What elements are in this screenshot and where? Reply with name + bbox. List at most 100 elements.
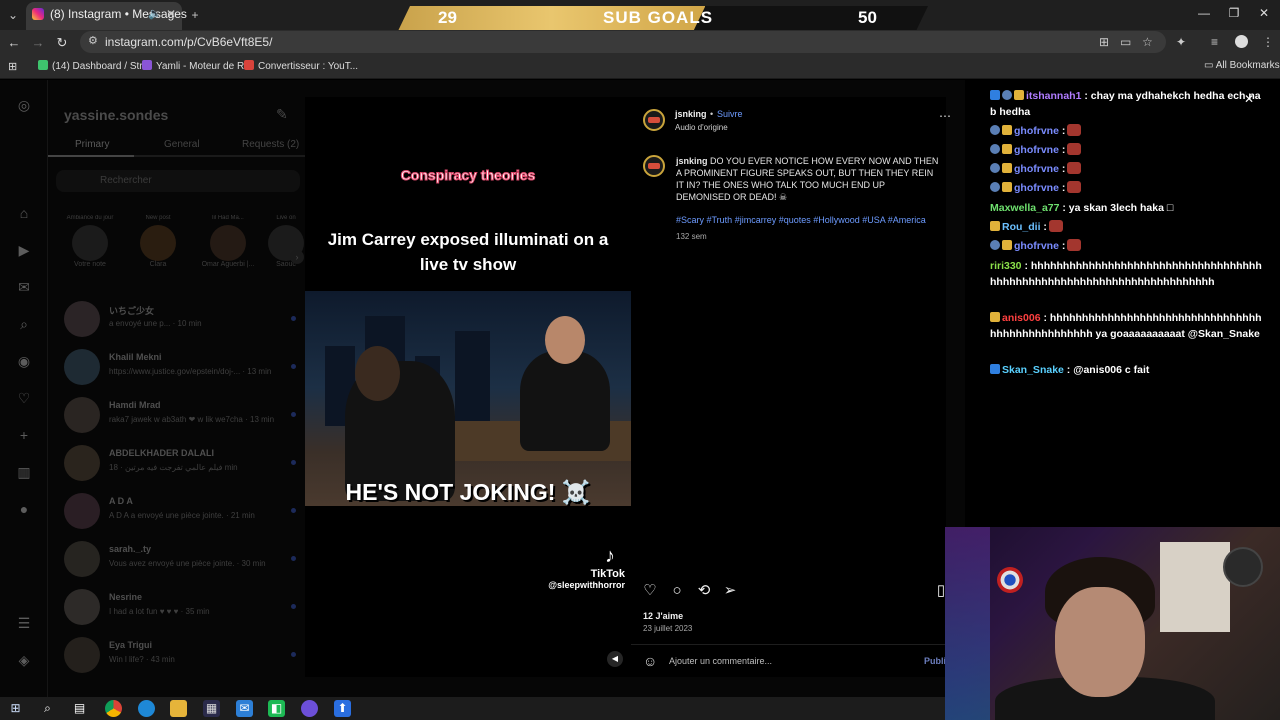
- like-count[interactable]: 12 J'aime: [643, 611, 683, 621]
- explore-icon[interactable]: ◉: [16, 353, 32, 369]
- chat-username[interactable]: ghofrvne: [1014, 125, 1059, 137]
- audio-label[interactable]: Audio d'origine: [675, 123, 728, 132]
- note-item[interactable]: lil Had Ma... Omar Aguerbi |...: [198, 215, 258, 268]
- site-info-icon[interactable]: ⚙: [88, 34, 98, 47]
- translate-icon[interactable]: ⊞: [1099, 35, 1109, 49]
- conversation-item[interactable]: いちご少女 a envoyé une p... · 10 min: [48, 296, 306, 344]
- chat-username[interactable]: ghofrvne: [1014, 240, 1059, 252]
- dm-account-name[interactable]: yassine.sondes: [64, 107, 168, 123]
- taskbar-search-icon[interactable]: ⌕: [39, 700, 56, 717]
- forward-icon[interactable]: →: [28, 33, 48, 53]
- tab-mute-icon[interactable]: 🔈: [148, 2, 162, 26]
- chat-username[interactable]: ghofrvne: [1014, 182, 1059, 194]
- post-author[interactable]: jsnking: [675, 109, 707, 119]
- windows-start-icon[interactable]: ⊞: [7, 700, 24, 717]
- home-icon[interactable]: ⌂: [16, 205, 32, 221]
- pinned-app-icon[interactable]: ⬆: [334, 700, 351, 717]
- conversation-item[interactable]: Nesrine I had a lot fun ♥ ♥ ♥ · 35 min: [48, 584, 306, 632]
- notifications-heart-icon[interactable]: ♡: [16, 390, 32, 406]
- file-explorer-icon[interactable]: [170, 700, 187, 717]
- chat-emote-icon: [1067, 162, 1082, 174]
- close-modal-icon[interactable]: ✕: [1244, 92, 1254, 106]
- more-menu-icon[interactable]: ☰: [16, 615, 32, 631]
- media-controls-icon[interactable]: ≡: [1211, 35, 1218, 49]
- publish-button[interactable]: Publi: [924, 656, 946, 666]
- note-item[interactable]: Ambiance du jour Votre note: [60, 215, 120, 268]
- conversation-item[interactable]: A D A A D A a envoyé une pièce jointe. · …: [48, 488, 306, 536]
- reload-icon[interactable]: ↻: [52, 33, 72, 53]
- chat-username[interactable]: Maxwella_a77: [990, 202, 1059, 214]
- address-bar[interactable]: ⚙ instagram.com/p/CvB6eVft8E5/: [80, 31, 1166, 53]
- conversation-preview: raka7 jawek w ab3ath ❤ w lik we7cha · 13…: [109, 415, 275, 424]
- chat-username[interactable]: ghofrvne: [1014, 144, 1059, 156]
- menu-kebab-icon[interactable]: ⋮: [1262, 35, 1274, 49]
- task-view-icon[interactable]: ▤: [71, 700, 88, 717]
- chat-username[interactable]: riri330: [990, 260, 1022, 272]
- tiktok-label: TikTok: [590, 568, 625, 580]
- bookmark-convertisseur[interactable]: Convertisseur : YouT...: [244, 60, 358, 72]
- mail-icon[interactable]: ✉: [236, 700, 253, 717]
- discord-icon[interactable]: [301, 700, 318, 717]
- store-icon[interactable]: ▦: [203, 700, 220, 717]
- bookmark-star-icon[interactable]: ☆: [1142, 35, 1153, 49]
- chat-username[interactable]: Skan_Snake: [1002, 364, 1064, 376]
- volume-icon[interactable]: ◀: [607, 651, 623, 667]
- streaming-app-icon[interactable]: ◧: [268, 700, 285, 717]
- tab-general[interactable]: General: [164, 139, 200, 150]
- conversation-item[interactable]: ABDELKHADER DALALI فيلم عالمي تفرجت فيه م…: [48, 440, 306, 488]
- post-hashtags[interactable]: #Scary #Truth #jimcarrey #quotes #Hollyw…: [676, 215, 941, 225]
- apps-grid-icon[interactable]: ⊞: [8, 60, 17, 73]
- tab-requests[interactable]: Requests (2): [242, 139, 299, 150]
- bookmark-yamli[interactable]: Yamli - Moteur de R...: [142, 60, 253, 72]
- new-tab-icon[interactable]: +: [186, 6, 204, 24]
- repost-icon[interactable]: ⟲: [695, 582, 713, 600]
- caption-author-avatar[interactable]: [643, 155, 665, 177]
- messages-icon[interactable]: ✉: [16, 279, 32, 295]
- tab-close-icon[interactable]: ✕: [166, 2, 176, 26]
- chat-username[interactable]: Rou_dii: [1002, 221, 1041, 233]
- tab-search-icon[interactable]: ⌄: [4, 6, 22, 24]
- search-icon[interactable]: ⌕: [16, 316, 32, 332]
- extensions-icon[interactable]: ✦: [1176, 35, 1186, 49]
- cast-icon[interactable]: ▭: [1120, 35, 1131, 49]
- follow-button[interactable]: Suivre: [717, 109, 743, 119]
- caption-author[interactable]: jsnking: [676, 156, 708, 166]
- author-avatar[interactable]: [643, 109, 665, 131]
- share-icon[interactable]: ➢: [721, 582, 739, 600]
- profile-avatar-icon[interactable]: [1235, 35, 1248, 48]
- emoji-icon[interactable]: ☺: [643, 653, 657, 669]
- bookmark-dashboard[interactable]: (14) Dashboard / Str...: [38, 60, 150, 72]
- dm-search-input[interactable]: Rechercher: [56, 170, 300, 192]
- chat-message: Rou_dii :: [990, 219, 1262, 235]
- restore-icon[interactable]: ❐: [1224, 6, 1244, 20]
- reels-icon[interactable]: ▶: [16, 242, 32, 258]
- chat-username[interactable]: ghofrvne: [1014, 163, 1059, 175]
- back-icon[interactable]: ←: [4, 33, 24, 53]
- more-options-icon[interactable]: ⋯: [939, 109, 951, 123]
- dashboard-icon[interactable]: ▥: [16, 464, 32, 480]
- meta-apps-icon[interactable]: ◈: [16, 652, 32, 668]
- close-window-icon[interactable]: ✕: [1254, 6, 1274, 20]
- chrome-icon[interactable]: [105, 700, 122, 717]
- comment-icon[interactable]: ○: [668, 582, 686, 600]
- tab-primary[interactable]: Primary: [75, 139, 109, 150]
- chat-username[interactable]: itshannah1: [1026, 90, 1081, 102]
- edge-icon[interactable]: [138, 700, 155, 717]
- profile-icon[interactable]: ●: [16, 501, 32, 517]
- like-heart-icon[interactable]: ♡: [641, 582, 659, 600]
- post-video[interactable]: Conspiracy theories Jim Carrey exposed i…: [305, 97, 631, 677]
- chat-username[interactable]: anis006: [1002, 312, 1041, 324]
- conversation-item[interactable]: Khalil Mekni https://www.justice.gov/epst…: [48, 344, 306, 392]
- notes-next-icon[interactable]: ›: [290, 250, 304, 264]
- note-item[interactable]: New post Clara: [128, 215, 188, 268]
- conversation-item[interactable]: sarah._.ty Vous avez envoyé une pièce joi…: [48, 536, 306, 584]
- new-message-icon[interactable]: ✎: [276, 106, 288, 123]
- comment-input[interactable]: Ajouter un commentaire...: [669, 656, 772, 666]
- create-icon[interactable]: +: [16, 427, 32, 443]
- instagram-logo-icon[interactable]: ◎: [16, 97, 32, 113]
- conversation-item[interactable]: Eya Trigui Win l life? · 43 min: [48, 632, 306, 680]
- tab-instagram-messages[interactable]: (8) Instagram • Messages 🔈 ✕: [26, 2, 187, 30]
- conversation-item[interactable]: Hamdi Mrad raka7 jawek w ab3ath ❤ w lik w…: [48, 392, 306, 440]
- minimize-icon[interactable]: —: [1194, 6, 1214, 20]
- all-bookmarks-button[interactable]: ▭ All Bookmarks: [1204, 60, 1280, 71]
